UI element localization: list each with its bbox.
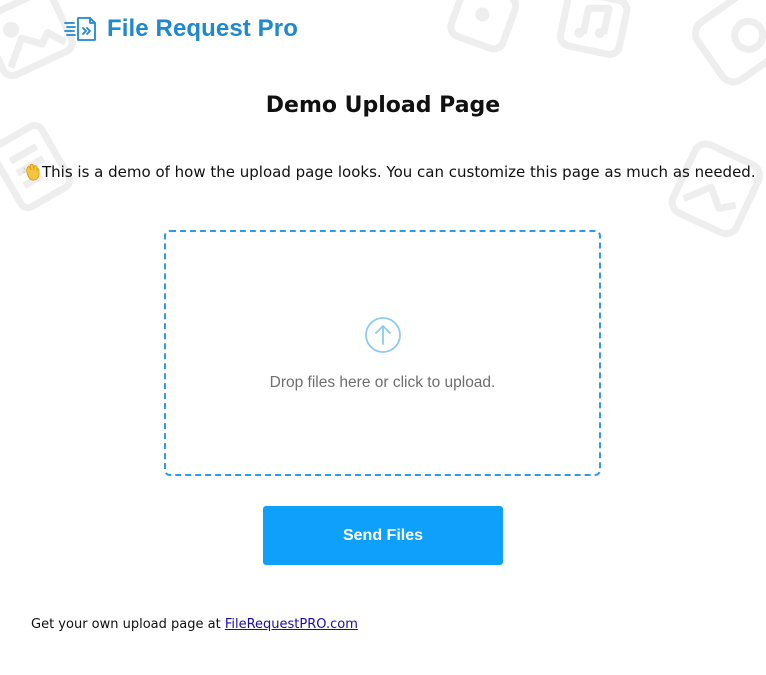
file-dropzone[interactable]: Drop files here or click to upload. — [164, 230, 601, 476]
brand-name: File Request Pro — [107, 15, 298, 42]
footer-text: Get your own upload page at — [31, 617, 225, 632]
intro-text: This is a demo of how the upload page lo… — [42, 163, 756, 181]
dropzone-text: Drop files here or click to upload. — [269, 374, 496, 391]
brand-logo[interactable]: File Request Pro — [63, 14, 298, 44]
upload-arrow-icon — [365, 317, 401, 353]
footer-link[interactable]: FileRequestPRO.com — [225, 617, 358, 632]
page-title: Demo Upload Page — [265, 93, 501, 118]
file-request-logo-icon — [64, 17, 96, 41]
waving-hand-icon — [22, 163, 40, 181]
footer: Get your own upload page at FileRequestP… — [31, 617, 358, 632]
send-files-button[interactable]: Send Files — [263, 506, 503, 565]
intro-message: This is a demo of how the upload page lo… — [22, 162, 762, 182]
